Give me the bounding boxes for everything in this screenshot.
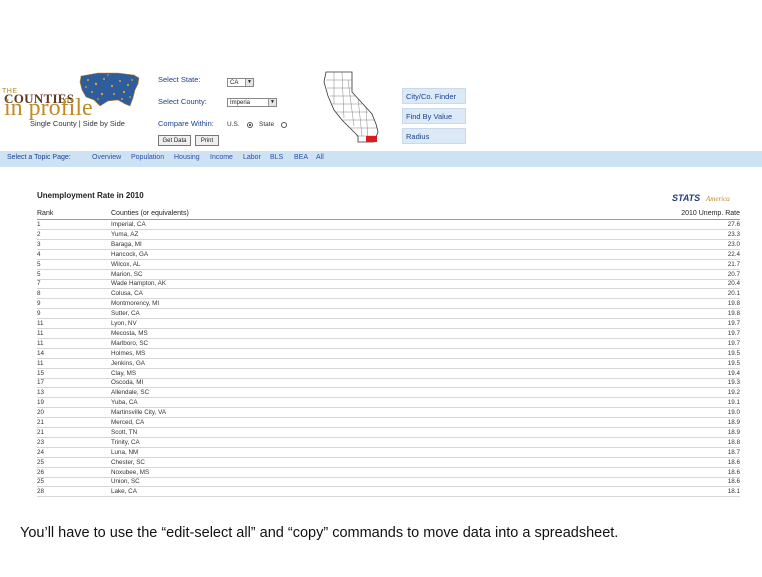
topic-bar: Select a Topic Page: Overview Population… <box>0 151 762 167</box>
col-header-counties: Counties (or equivalents) <box>111 210 189 217</box>
table-row: 28 Lake, CA 18.1 <box>37 487 740 498</box>
table-row: 2 Yuma, AZ 23.3 <box>37 230 740 240</box>
table-row: 7 Wade Hampton, AK 20.4 <box>37 279 740 290</box>
topic-link-labor[interactable]: Labor <box>243 154 261 161</box>
table-row: 26 Noxubee, MS 18.6 <box>37 468 740 478</box>
table-row: 11 Lyon, NV 19.7 <box>37 319 740 329</box>
table-row: 20 Martinsville City, VA 19.0 <box>37 408 740 419</box>
california-county-map-icon[interactable] <box>322 70 382 146</box>
table-title: Unemployment Rate in 2010 <box>37 191 144 200</box>
city-county-finder-button[interactable]: City/Co. Finder <box>402 88 466 104</box>
chevron-down-icon: ▼ <box>268 99 276 106</box>
compare-state-label: State <box>259 121 275 128</box>
table-row: 23 Trinity, CA 18.8 <box>37 438 740 448</box>
compare-us-label: U.S. <box>227 121 240 128</box>
compare-within-label: Compare Within: <box>158 119 214 128</box>
table-row: 11 Mecosta, MS 19.7 <box>37 329 740 339</box>
table-row: 13 Allendale, SC 19.2 <box>37 388 740 399</box>
find-by-value-button[interactable]: Find By Value <box>402 108 466 124</box>
topic-link-housing[interactable]: Housing <box>174 154 200 161</box>
col-header-rate: 2010 Unemp. Rate <box>681 210 740 217</box>
row-divider <box>37 496 740 498</box>
topic-link-income[interactable]: Income <box>210 154 233 161</box>
table-row: 25 Chester, SC 18.6 <box>37 458 740 468</box>
table-row: 19 Yuba, CA 19.1 <box>37 398 740 409</box>
counties-in-profile-logo: THE COUNTIES in profile Single County | … <box>2 68 152 132</box>
print-button[interactable]: Print <box>195 135 219 146</box>
table-row: 11 Marlboro, SC 19.7 <box>37 339 740 349</box>
topic-link-all[interactable]: All <box>316 154 324 161</box>
table-row: 9 Sutter, CA 19.8 <box>37 309 740 320</box>
county-select[interactable]: Imperia ▼ <box>227 98 277 107</box>
chevron-down-icon: ▼ <box>245 79 253 86</box>
table-row: 25 Union, SC 18.6 <box>37 477 740 488</box>
table-row: 11 Jenkins, GA 19.5 <box>37 359 740 369</box>
get-data-button[interactable]: Get Data <box>158 135 191 146</box>
topic-link-overview[interactable]: Overview <box>92 154 121 161</box>
col-header-rank: Rank <box>37 210 54 217</box>
compare-us-radio[interactable] <box>247 122 253 128</box>
table-row: 21 Scott, TN 18.9 <box>37 428 740 438</box>
state-select-value: CA <box>230 80 239 86</box>
table-row: 5 Wilcox, AL 21.7 <box>37 260 740 270</box>
compare-state-radio[interactable] <box>281 122 287 128</box>
stats-logo-text: STATS <box>672 193 701 203</box>
table-row: 21 Merced, CA 18.9 <box>37 418 740 428</box>
logo-tagline: Single County | Side by Side <box>30 119 125 128</box>
table-row: 8 Colusa, CA 20.1 <box>37 289 740 300</box>
topic-bar-label: Select a Topic Page: <box>7 154 71 161</box>
table-row: 5 Marion, SC 20.7 <box>37 270 740 280</box>
table-row: 4 Hancock, GA 22.4 <box>37 250 740 260</box>
table-row: 17 Oscoda, MI 19.3 <box>37 378 740 389</box>
america-logo-text: America <box>706 195 730 203</box>
select-county-label: Select County: <box>158 97 207 106</box>
state-select[interactable]: CA ▼ <box>227 78 254 87</box>
topic-link-population[interactable]: Population <box>131 154 164 161</box>
table-row: 9 Montmorency, MI 19.8 <box>37 299 740 310</box>
logo-in-profile-text: in profile <box>4 95 93 121</box>
table-row: 1 Imperial, CA 27.6 <box>37 220 740 230</box>
table-row: 14 Holmes, MS 19.5 <box>37 349 740 359</box>
county-select-value: Imperia <box>230 100 251 106</box>
topic-link-bls[interactable]: BLS <box>270 154 283 161</box>
radius-button[interactable]: Radius <box>402 128 466 144</box>
topic-link-bea[interactable]: BEA <box>294 154 308 161</box>
table-row: 24 Luna, NM 18.7 <box>37 448 740 458</box>
table-row: 3 Baraga, MI 23.0 <box>37 240 740 250</box>
select-state-label: Select State: <box>158 75 201 84</box>
table-row: 15 Clay, MS 19.4 <box>37 369 740 379</box>
stats-america-logo: STATS America <box>672 192 742 208</box>
instruction-caption: You’ll have to use the “edit-select all”… <box>20 525 619 541</box>
